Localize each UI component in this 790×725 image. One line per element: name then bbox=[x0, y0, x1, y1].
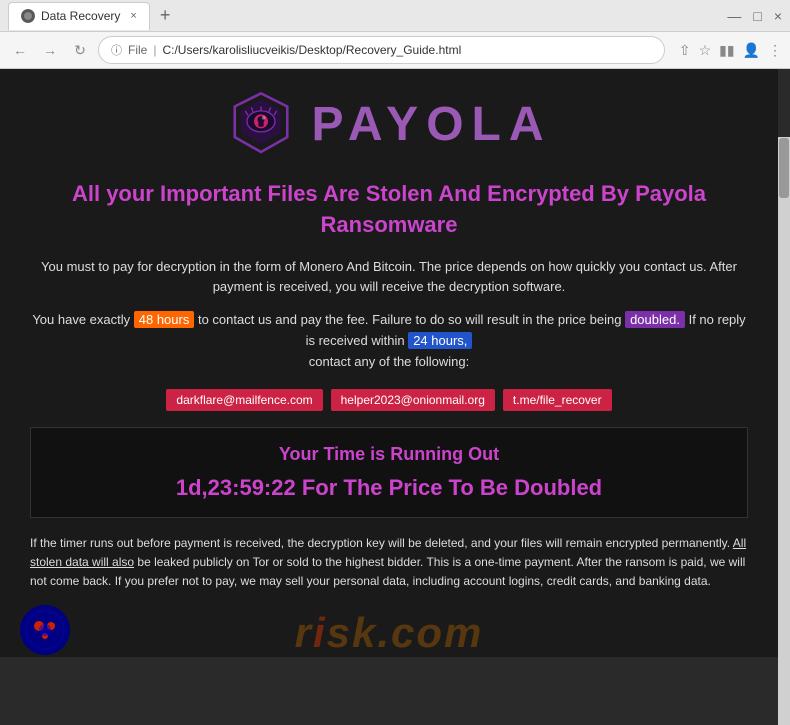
highlight-24h: 24 hours, bbox=[408, 332, 472, 349]
watermark: risk.com bbox=[295, 609, 484, 657]
lock-icon: ⓘ bbox=[111, 42, 122, 58]
contact-email-2[interactable]: helper2023@onionmail.org bbox=[331, 389, 495, 411]
maximize-button[interactable]: □ bbox=[753, 8, 761, 24]
main-heading: All your Important Files Are Stolen And … bbox=[30, 179, 748, 241]
title-bar: Data Recovery × + — □ × bbox=[0, 0, 790, 32]
timer-value: 1d,23:59:22 For The Price To Be Doubled bbox=[47, 475, 731, 501]
footer-underline: All stolen data will also bbox=[30, 536, 746, 569]
body-text-2-mid: to contact us and pay the fee. Failure t… bbox=[198, 312, 621, 327]
timer-section: Your Time is Running Out 1d,23:59:22 For… bbox=[30, 427, 748, 518]
address-protocol: File bbox=[128, 43, 147, 57]
tab-title: Data Recovery bbox=[41, 9, 120, 23]
body-text-2-pre: You have exactly bbox=[32, 312, 130, 327]
scrollbar-thumb[interactable] bbox=[779, 138, 789, 198]
back-icon: ← bbox=[13, 42, 27, 58]
logo-section: PAYOLA bbox=[30, 89, 748, 159]
tab-favicon bbox=[21, 9, 35, 23]
back-button[interactable]: ← bbox=[8, 38, 32, 62]
contact-links: darkflare@mailfence.com helper2023@onion… bbox=[30, 389, 748, 411]
browser-tab[interactable]: Data Recovery × bbox=[8, 2, 150, 30]
contact-telegram[interactable]: t.me/file_recover bbox=[503, 389, 612, 411]
extensions-icon[interactable]: ▮▮ bbox=[719, 42, 734, 59]
page-content: PAYOLA All your Important Files Are Stol… bbox=[0, 69, 778, 657]
body-text-2-end: contact any of the following: bbox=[309, 354, 469, 369]
footer-text: If the timer runs out before payment is … bbox=[30, 534, 748, 592]
body-text-2: You have exactly 48 hours to contact us … bbox=[30, 310, 748, 372]
timer-heading: Your Time is Running Out bbox=[47, 444, 731, 465]
pcr-logo bbox=[20, 605, 70, 655]
logo-text: PAYOLA bbox=[311, 97, 551, 152]
browser-window: Data Recovery × + — □ × ← → ↻ ⓘ File bbox=[0, 0, 790, 656]
highlight-48h: 48 hours bbox=[134, 311, 195, 328]
share-icon[interactable]: ⇧ bbox=[679, 42, 691, 59]
new-tab-button[interactable]: + bbox=[152, 5, 179, 26]
address-url: C:/Users/karolisliucveikis/Desktop/Recov… bbox=[162, 43, 651, 57]
forward-icon: → bbox=[43, 42, 57, 58]
nav-bar: ← → ↻ ⓘ File | C:/Users/karolisliucveiki… bbox=[0, 32, 790, 68]
forward-button[interactable]: → bbox=[38, 38, 62, 62]
reload-button[interactable]: ↻ bbox=[68, 38, 92, 62]
minimize-button[interactable]: — bbox=[727, 8, 741, 24]
window-controls: — □ × bbox=[727, 8, 782, 24]
bookmark-icon[interactable]: ☆ bbox=[699, 42, 712, 59]
browser-chrome: Data Recovery × + — □ × ← → ↻ ⓘ File bbox=[0, 0, 790, 69]
highlight-doubled: doubled. bbox=[625, 311, 685, 328]
scrollbar[interactable] bbox=[778, 137, 790, 725]
address-separator: | bbox=[153, 43, 156, 57]
profile-icon[interactable]: 👤 bbox=[743, 42, 760, 59]
reload-icon: ↻ bbox=[74, 42, 86, 59]
main-content: PAYOLA All your Important Files Are Stol… bbox=[0, 69, 778, 611]
address-bar-icons: ⇧ ☆ ▮▮ 👤 ⋮ bbox=[679, 42, 782, 59]
menu-icon[interactable]: ⋮ bbox=[768, 42, 782, 59]
close-button[interactable]: × bbox=[774, 8, 782, 24]
tab-close-button[interactable]: × bbox=[130, 10, 136, 22]
contact-email-1[interactable]: darkflare@mailfence.com bbox=[166, 389, 322, 411]
content-area: PAYOLA All your Important Files Are Stol… bbox=[0, 69, 790, 657]
address-bar[interactable]: ⓘ File | C:/Users/karolisliucveikis/Desk… bbox=[98, 36, 665, 64]
body-text-1: You must to pay for decryption in the fo… bbox=[30, 257, 748, 299]
payola-logo-icon bbox=[226, 89, 296, 159]
